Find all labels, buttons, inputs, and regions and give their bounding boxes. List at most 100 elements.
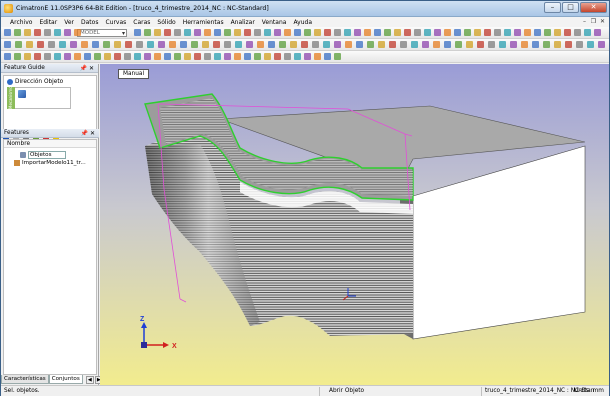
toolbar-tool-icon[interactable] [59,41,66,48]
toolbar-tool-icon[interactable] [34,29,41,36]
toolbar-tool-icon[interactable] [180,41,187,48]
toolbar-tool-icon[interactable] [584,29,591,36]
toolbar-tool-icon[interactable] [174,29,181,36]
tab-prev-button[interactable]: ◀ [85,376,94,384]
toolbar-tool-icon[interactable] [124,53,131,60]
toolbar-tool-icon[interactable] [24,53,31,60]
toolbar-tool-icon[interactable] [345,41,352,48]
toolbar-tool-icon[interactable] [104,53,111,60]
toolbar-tool-icon[interactable] [134,53,141,60]
toolbar-tool-icon[interactable] [84,53,91,60]
toolbar-tool-icon[interactable] [24,29,31,36]
toolbar-tool-icon[interactable] [294,29,301,36]
toolbar-tool-icon[interactable] [74,53,81,60]
toolbar-tool-icon[interactable] [521,41,528,48]
toolbar-tool-icon[interactable] [344,29,351,36]
toolbar-tool-icon[interactable] [244,53,251,60]
toolbar-tool-icon[interactable] [15,41,22,48]
toolbar-tool-icon[interactable] [314,29,321,36]
tab-characteristics[interactable]: Características [1,375,49,384]
toolbar-tool-icon[interactable] [304,29,311,36]
toolbar-tool-icon[interactable] [394,29,401,36]
toolbar-tool-icon[interactable] [554,41,561,48]
toolbar-tool-icon[interactable] [484,29,491,36]
menu-archivo[interactable]: Archivo [10,19,32,26]
toolbar-tool-icon[interactable] [274,53,281,60]
toolbar-tool-icon[interactable] [114,41,121,48]
toolbar-tool-icon[interactable] [154,29,161,36]
toolbar-tool-icon[interactable] [134,29,141,36]
toolbar-tool-icon[interactable] [103,41,110,48]
toolbar-tool-icon[interactable] [284,29,291,36]
toolbar-tool-icon[interactable] [564,29,571,36]
toolbar-tool-icon[interactable] [254,29,261,36]
toolbar-tool-icon[interactable] [314,53,321,60]
toolbar-tool-icon[interactable] [312,41,319,48]
maximize-button[interactable]: □ [562,2,579,13]
toolbar-tool-icon[interactable] [576,41,583,48]
toolbar-tool-icon[interactable] [334,53,341,60]
toolbar-tool-icon[interactable] [70,41,77,48]
toolbar-tool-icon[interactable] [294,53,301,60]
doc-restore-button[interactable]: ❐ [590,18,597,25]
doc-close-button[interactable]: ✕ [599,18,606,25]
toolbar-tool-icon[interactable] [323,41,330,48]
toolbar-tool-icon[interactable] [400,41,407,48]
toolbar-tool-icon[interactable] [494,29,501,36]
toolbar-tool-icon[interactable] [204,29,211,36]
step-object-icon[interactable] [18,90,26,98]
feature-guide-pin-close[interactable]: 📌✕ [80,64,97,73]
toolbar-tool-icon[interactable] [254,53,261,60]
toolbar-tool-icon[interactable] [54,53,61,60]
toolbar-tool-icon[interactable] [598,41,605,48]
toolbar-tool-icon[interactable] [184,29,191,36]
toolbar-tool-icon[interactable] [114,53,121,60]
toolbar-tool-icon[interactable] [37,41,44,48]
menu-ayuda[interactable]: Ayuda [293,19,312,26]
toolbar-tool-icon[interactable] [534,29,541,36]
toolbar-tool-icon[interactable] [44,29,51,36]
toolbar-tool-icon[interactable] [64,29,71,36]
toolbar-tool-icon[interactable] [92,41,99,48]
toolbar-tool-icon[interactable] [125,41,132,48]
toolbar-tool-icon[interactable] [374,29,381,36]
menu-curvas[interactable]: Curvas [105,19,126,26]
toolbar-tool-icon[interactable] [414,29,421,36]
toolbar-tool-icon[interactable] [499,41,506,48]
toolbar-tool-icon[interactable] [477,41,484,48]
toolbar-tool-icon[interactable] [424,29,431,36]
toolbar-tool-icon[interactable] [354,29,361,36]
toolbar-tool-icon[interactable] [14,53,21,60]
toolbar-tool-icon[interactable] [543,41,550,48]
doc-minimize-button[interactable]: – [581,18,588,25]
toolbar-tool-icon[interactable] [164,29,171,36]
toolbar-tool-icon[interactable] [194,53,201,60]
menu-analizar[interactable]: Analizar [231,19,255,26]
toolbar-tool-icon[interactable] [504,29,511,36]
toolbar-tool-icon[interactable] [304,53,311,60]
toolbar-tool-icon[interactable] [422,41,429,48]
toolbar-tool-icon[interactable] [378,41,385,48]
toolbar-tool-icon[interactable] [264,29,271,36]
toolbar-tool-icon[interactable] [4,41,11,48]
toolbar-tool-icon[interactable] [158,41,165,48]
toolbar-tool-icon[interactable] [14,29,21,36]
toolbar-tool-icon[interactable] [324,29,331,36]
toolbar-tool-icon[interactable] [334,29,341,36]
toolbar-tool-icon[interactable] [587,41,594,48]
toolbar-tool-icon[interactable] [64,53,71,60]
toolbar-tool-icon[interactable] [404,29,411,36]
toolbar-tool-icon[interactable] [194,29,201,36]
toolbar-tool-icon[interactable] [202,41,209,48]
menu-editar[interactable]: Editar [39,19,57,26]
toolbar-tool-icon[interactable] [34,53,41,60]
toolbar-tool-icon[interactable] [279,41,286,48]
toolbar-tool-icon[interactable] [324,53,331,60]
menu-ventana[interactable]: Ventana [262,19,287,26]
minimize-button[interactable]: – [544,2,561,13]
toolbar-tool-icon[interactable] [356,41,363,48]
toolbar-tool-icon[interactable] [544,29,551,36]
toolbar-tool-icon[interactable] [244,29,251,36]
toolbar-tool-icon[interactable] [213,41,220,48]
toolbar-tool-icon[interactable] [54,29,61,36]
